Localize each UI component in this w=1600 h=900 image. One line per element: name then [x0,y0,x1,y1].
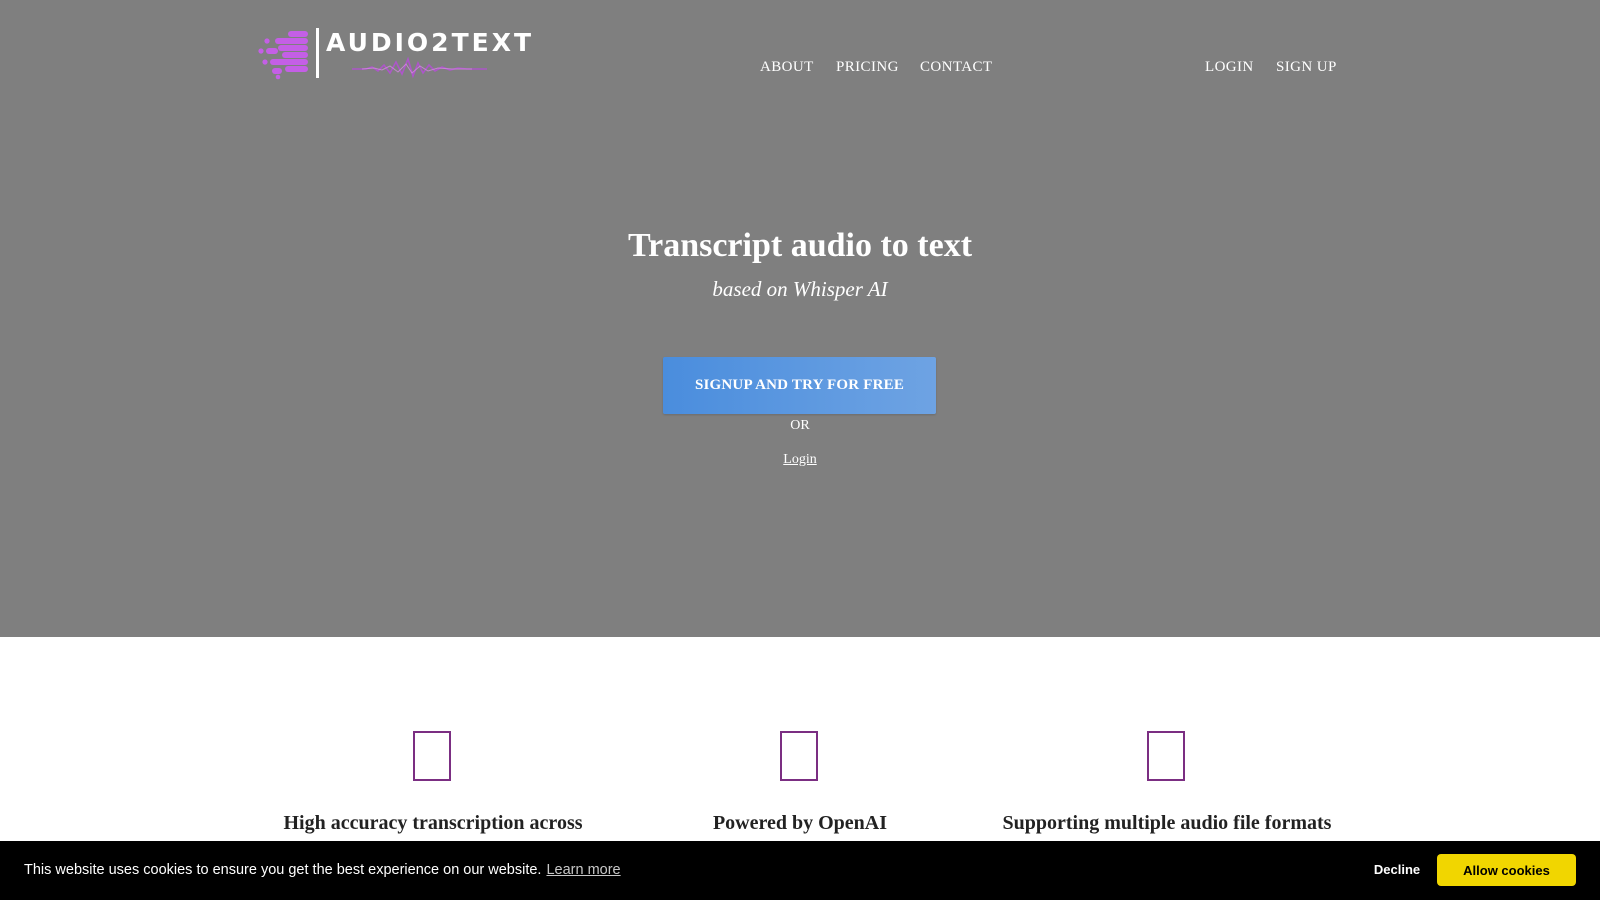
nav-login[interactable]: LOGIN [1205,58,1254,76]
signup-try-free-button[interactable]: SIGNUP AND TRY FOR FREE [663,357,936,414]
audio-wave-logo-icon [258,28,319,80]
feature-formats-title: Supporting multiple audio file formats [1002,812,1332,834]
feature-formats-icon [1147,731,1185,781]
nav-pricing[interactable]: PRICING [836,58,899,76]
hero-title: Transcript audio to text [627,227,973,264]
feature-openai-icon [780,731,818,781]
cookie-message-text: This website uses cookies to ensure you … [24,862,542,878]
login-link[interactable]: Login [783,452,816,467]
hero-subtitle: based on Whisper AI [712,277,888,301]
cookie-learn-more-link[interactable]: Learn more [546,862,620,878]
login-link-container: Login [0,452,1600,468]
or-separator: OR [790,418,810,433]
cookie-message: This website uses cookies to ensure you … [24,861,621,879]
nav-contact[interactable]: CONTACT [920,58,992,76]
cookie-consent-bar: This website uses cookies to ensure you … [0,841,1600,900]
nav-about[interactable]: ABOUT [760,58,814,76]
hero-section: AUDIO2TEXT ABOUT PRICING CONTACT LOGIN S… [0,0,1600,637]
feature-accuracy-title: High accuracy transcription across [283,812,583,834]
waveform-decoration-icon [352,56,487,79]
logo[interactable]: AUDIO2TEXT [258,26,531,80]
nav-signup[interactable]: SIGN UP [1276,58,1337,76]
feature-openai-title: Powered by OpenAI [712,812,888,834]
logo-text: AUDIO2TEXT [326,28,535,57]
cookie-allow-button[interactable]: Allow cookies [1437,854,1576,886]
feature-accuracy-icon [413,731,451,781]
cookie-decline-button[interactable]: Decline [1352,853,1442,886]
